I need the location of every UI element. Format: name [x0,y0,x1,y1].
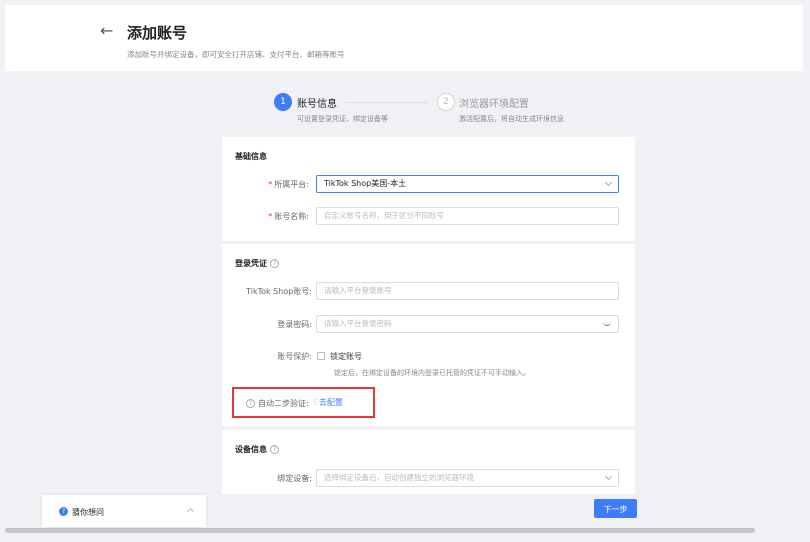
help-circle-icon[interactable]: ? [246,399,255,408]
basic-info-card: 基础信息 * 所属平台: TikTok Shop美国-本土 * 账号名称: 自定义账… [222,137,635,241]
credentials-title: 登录凭证? [235,258,279,269]
platform-select[interactable]: TikTok Shop美国-本土 [316,175,619,193]
chevron-up-icon[interactable] [186,507,195,516]
device-info-card: 设备信息? 绑定设备: 选择绑定设备后，自动创建独立的浏览器环境 [222,430,635,494]
password-input[interactable]: 请输入平台登录密码 [316,315,619,333]
step-1-title: 账号信息 [297,99,337,110]
step-2-number: 2 [437,93,455,111]
step-1-desc: 可设置登录凭证、绑定设备等 [297,115,388,123]
question-icon: ? [59,507,68,516]
help-widget[interactable]: ? 猜你想问 [42,495,206,527]
help-widget-label: 猜你想问 [72,508,104,517]
sliders-icon: ⫶⫶ [313,398,317,407]
platform-label: * 所属平台: [268,180,309,189]
password-label: 登录密码: [277,320,312,329]
basic-info-title: 基础信息 [235,152,267,161]
page-title: 添加账号 [127,24,188,42]
account-name-label: * 账号名称: [268,212,309,221]
step-indicator: 1 账号信息 可设置登录凭证、绑定设备等 2 浏览器环境配置 激活配置后，将自动… [0,91,810,131]
chevron-down-icon [604,472,613,481]
required-mark: * [268,212,273,221]
required-mark: * [268,180,273,189]
account-name-input[interactable]: 自定义账号名称，用于区分不同账号 [316,207,619,225]
page-subtitle: 添加账号并绑定设备，即可安全打开店铺、支付平台、邮箱等账号 [127,50,345,59]
step-2-desc: 激活配置后，将自动生成环境信息 [459,115,564,123]
tiktok-account-label: TikTok Shop账号: [246,287,312,296]
bind-device-label: 绑定设备: [277,474,312,483]
horizontal-scrollbar[interactable] [5,528,755,533]
two-step-label: ? 自动二步验证: [246,398,309,409]
lock-account-label[interactable]: 锁定账号 [330,351,362,362]
step-connector [345,102,427,103]
configure-link[interactable]: ⫶⫶ 去配置 [313,397,343,408]
lock-account-note: 锁定后，在绑定设备的环境内登录已托管的凭证不可手动输入。 [334,369,530,377]
chevron-down-icon [604,178,613,187]
next-step-button[interactable]: 下一步 [594,499,637,518]
page-header: ← 添加账号 添加账号并绑定设备，即可安全打开店铺、支付平台、邮箱等账号 [5,5,803,71]
back-arrow-icon[interactable]: ← [100,23,113,39]
step-1-number: 1 [274,93,292,111]
help-circle-icon[interactable]: ? [270,445,279,454]
eye-closed-icon[interactable] [603,321,611,326]
account-protection-label: 账号保护: [277,352,312,361]
tiktok-account-input[interactable]: 请输入平台登录账号 [316,282,619,300]
help-circle-icon[interactable]: ? [270,259,279,268]
step-2-title: 浏览器环境配置 [459,99,529,110]
credentials-card: 登录凭证? TikTok Shop账号: 请输入平台登录账号 登录密码: 请输入… [222,244,635,426]
device-info-title: 设备信息? [235,444,279,455]
bind-device-select[interactable]: 选择绑定设备后，自动创建独立的浏览器环境 [316,469,619,487]
lock-account-checkbox[interactable] [317,352,325,360]
